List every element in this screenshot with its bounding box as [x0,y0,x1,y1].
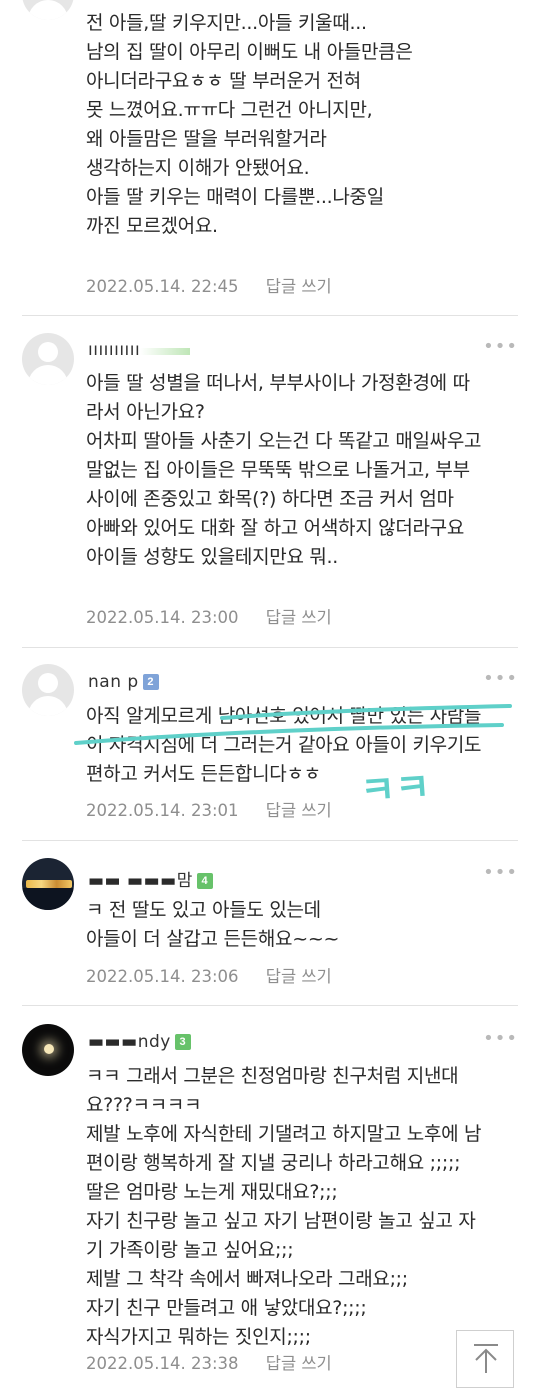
comment-meta: 2022.05.14. 23:38 답글 쓰기 [86,1350,332,1374]
reply-button[interactable]: 답글 쓰기 [266,967,332,986]
level-badge: 4 [196,873,213,889]
author-nickname: ndy [137,1032,171,1052]
comment-date: 2022.05.14. 23:01 [86,801,239,820]
scroll-top-button[interactable] [456,1330,514,1388]
reply-button[interactable]: 답글 쓰기 [266,1354,332,1373]
comment-meta: 2022.05.14. 23:01 답글 쓰기 [86,797,332,821]
reply-button[interactable]: 답글 쓰기 [266,801,332,820]
divider [22,840,518,841]
comment-date: 2022.05.14. 23:06 [86,967,239,986]
comment-author[interactable]: ▬▬▬ndy 3 [88,1032,191,1052]
more-dots-icon[interactable]: ••• [483,862,518,883]
level-badge: 3 [174,1034,191,1050]
arrow-up-to-top-icon [474,1344,498,1373]
more-dots-icon[interactable]: ••• [483,1028,518,1049]
avatar[interactable] [22,1024,74,1076]
handwritten-annotation: ㅋㅋ [358,764,432,814]
avatar[interactable] [22,858,74,910]
highlight-annotation [74,704,512,745]
comment-text: ㅋㅋ 그래서 그분은 친정엄마랑 친구처럼 지낸대 요???ㅋㅋㅋㅋ 제발 노후… [86,1065,482,1348]
comment-text: ㅋ 전 딸도 있고 아들도 있는데 아들이 더 살갑고 든든해요~~~ [86,899,340,950]
comment-author[interactable]: ▬▬ ▬▬▬맘 4 [88,866,213,891]
comment-meta: 2022.05.14. 23:06 답글 쓰기 [86,963,332,987]
comment-date: 2022.05.14. 23:38 [86,1354,239,1373]
divider [22,1005,518,1006]
author-nickname: 맘 [176,871,193,891]
